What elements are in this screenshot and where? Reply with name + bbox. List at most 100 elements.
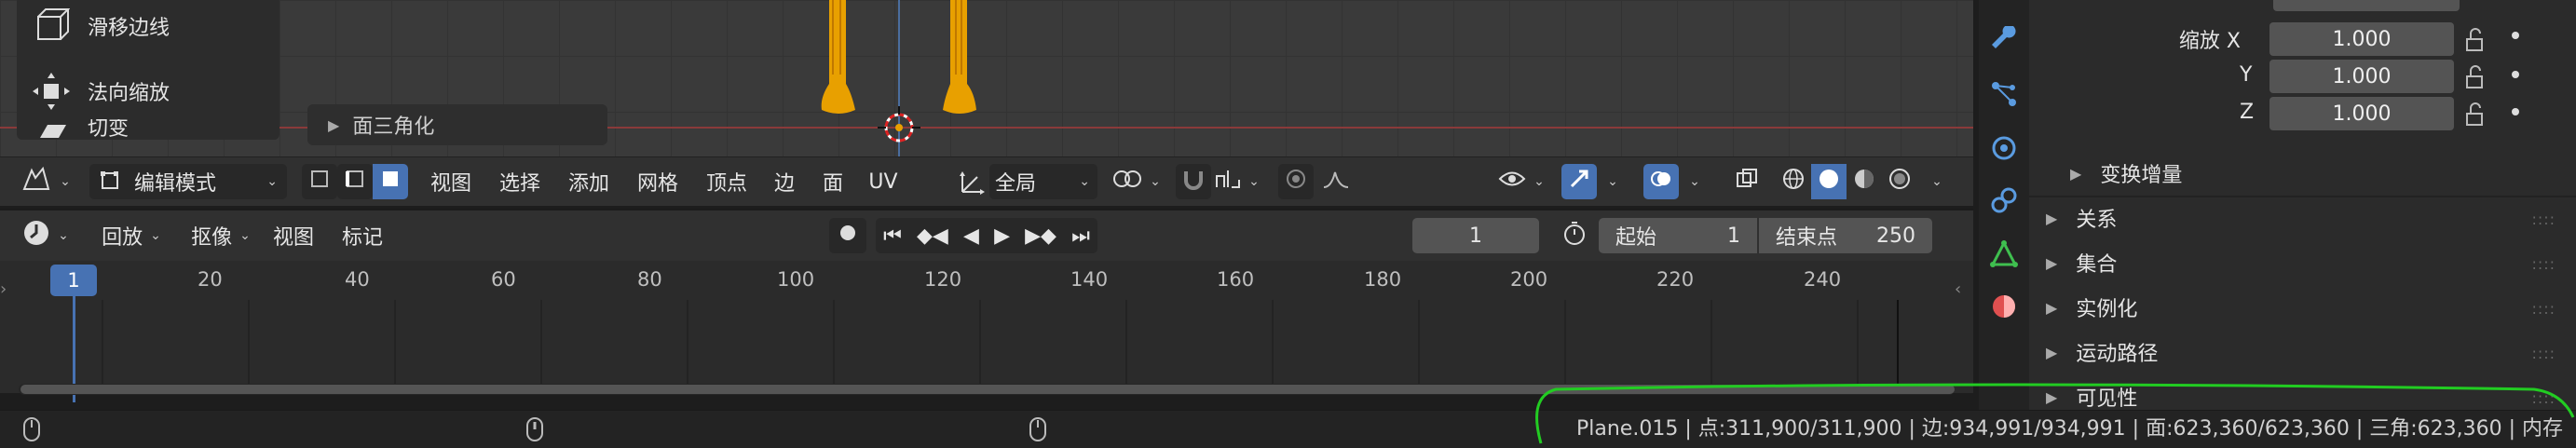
- shading-dropdown[interactable]: ⌄: [1923, 164, 1951, 199]
- section-relations[interactable]: ▶ 关系: [2046, 203, 2117, 233]
- wrench-icon[interactable]: [1990, 24, 2018, 60]
- adjust-last-operation-panel[interactable]: ▶ 面三角化: [307, 104, 607, 145]
- lock-icon[interactable]: [2463, 28, 2487, 58]
- particles-icon[interactable]: [1990, 80, 2018, 114]
- face-select-button[interactable]: [373, 164, 408, 199]
- lock-icon[interactable]: [2463, 102, 2487, 132]
- play-icon[interactable]: ▶: [994, 224, 1010, 248]
- playback-menu[interactable]: 回放 ⌄: [89, 218, 173, 253]
- mode-dropdown[interactable]: 编辑模式 ⌄: [89, 164, 287, 199]
- editor-type-button[interactable]: ⌄: [17, 164, 75, 199]
- scale-x-field[interactable]: 1.000: [2269, 22, 2454, 56]
- proportional-edit-toggle[interactable]: [1278, 164, 1314, 199]
- menu-uv[interactable]: UV: [863, 164, 904, 199]
- menu-vertex[interactable]: 顶点: [701, 164, 753, 199]
- snap-target-button[interactable]: ⌄: [1211, 164, 1263, 199]
- edge-select-button[interactable]: [337, 164, 373, 199]
- jump-start-icon[interactable]: ⏮: [883, 224, 902, 248]
- drag-handle-icon[interactable]: ::::: [2531, 345, 2556, 362]
- section-motion-paths[interactable]: ▶ 运动路径: [2046, 337, 2158, 367]
- tool-shrink-fatten[interactable]: 法向缩放: [17, 63, 279, 119]
- drag-handle-icon[interactable]: ::::: [2531, 255, 2556, 273]
- jump-end-icon[interactable]: ⏭: [1071, 224, 1090, 248]
- end-frame-field[interactable]: 结束点 250: [1759, 218, 1932, 253]
- overlays-toggle[interactable]: [1643, 164, 1679, 199]
- mouse-right-icon: [1029, 416, 1047, 448]
- object-data-icon[interactable]: [1990, 239, 2018, 274]
- frame-tick: 140: [1070, 268, 1109, 291]
- vertex-select-button[interactable]: [302, 164, 337, 199]
- stopwatch-icon: [1562, 220, 1587, 251]
- shading-material-button[interactable]: [1847, 164, 1882, 199]
- end-frame-value: 250: [1876, 224, 1915, 248]
- scale-y-field[interactable]: 1.000: [2269, 60, 2454, 93]
- keyframe-dot-icon[interactable]: [2512, 32, 2519, 39]
- drag-handle-icon[interactable]: ::::: [2531, 300, 2556, 318]
- start-frame-field[interactable]: 起始 1: [1599, 218, 1757, 253]
- chevron-down-icon: ⌄: [1150, 174, 1161, 189]
- drag-handle-icon[interactable]: ::::: [2531, 210, 2556, 228]
- menu-face[interactable]: 面: [816, 164, 850, 199]
- shading-rendered-button[interactable]: [1882, 164, 1917, 199]
- constraints-icon[interactable]: [1990, 186, 2018, 220]
- shading-wireframe-button[interactable]: [1776, 164, 1811, 199]
- expand-triangle-icon: ▶: [2046, 253, 2058, 272]
- timeline-marker-menu[interactable]: 标记: [337, 218, 388, 253]
- 3d-viewport[interactable]: 滑移边线 法向缩放 切变 ▶ 面三角化: [0, 0, 1973, 156]
- snap-toggle[interactable]: [1176, 164, 1211, 199]
- current-frame-field[interactable]: 1: [1412, 218, 1539, 253]
- preview-range-button[interactable]: [1554, 218, 1595, 253]
- mouse-middle-icon: [525, 416, 544, 448]
- frame-tick: 180: [1364, 268, 1402, 291]
- physics-icon[interactable]: [1990, 134, 2018, 168]
- mesh-object[interactable]: [811, 0, 997, 121]
- menu-mesh[interactable]: 网格: [632, 164, 684, 199]
- delta-transform-subpanel[interactable]: ▶ 变换增量: [2070, 158, 2182, 188]
- expand-triangle-icon[interactable]: ▶: [328, 116, 339, 134]
- timeline-view-menu[interactable]: 视图: [268, 218, 319, 253]
- scale-z-field[interactable]: 1.000: [2269, 97, 2454, 130]
- rotation-mode-dropdown[interactable]: [2273, 0, 2460, 11]
- menu-edge[interactable]: 边: [768, 164, 801, 199]
- chevron-down-icon: ⌄: [239, 228, 251, 243]
- mode-label: 编辑模式: [134, 172, 217, 196]
- section-collections[interactable]: ▶ 集合: [2046, 248, 2117, 278]
- prev-keyframe-icon[interactable]: ◆◀: [917, 224, 948, 248]
- menu-view[interactable]: 视图: [427, 164, 475, 199]
- expand-triangle-icon: ▶: [2046, 343, 2058, 361]
- orientation-dropdown[interactable]: 全局 ⌄: [989, 164, 1097, 199]
- frame-tick: 100: [777, 268, 815, 291]
- xray-toggle[interactable]: [1729, 164, 1765, 199]
- chevron-down-icon: ⌄: [266, 174, 278, 189]
- wireframe-sphere-icon: [1782, 168, 1805, 196]
- 3d-cursor-icon[interactable]: [878, 106, 920, 149]
- visibility-button[interactable]: ⌄: [1494, 164, 1548, 199]
- play-reverse-icon[interactable]: ◀: [963, 224, 979, 248]
- gizmo-dropdown[interactable]: ⌄: [1599, 164, 1627, 199]
- tool-shear[interactable]: 切变: [17, 119, 279, 140]
- menu-select[interactable]: 选择: [494, 164, 546, 199]
- shading-solid-button[interactable]: [1811, 164, 1847, 199]
- section-instancing[interactable]: ▶ 实例化: [2046, 292, 2137, 322]
- chevron-down-icon: ⌄: [1248, 174, 1260, 189]
- region-expand-icon[interactable]: ›: [0, 279, 7, 299]
- next-keyframe-icon[interactable]: ▶◆: [1025, 224, 1056, 248]
- tool-edge-slide[interactable]: 滑移边线: [17, 0, 279, 54]
- falloff-button[interactable]: [1315, 164, 1356, 199]
- region-collapse-icon[interactable]: ‹: [1955, 279, 1961, 299]
- gizmo-toggle[interactable]: [1561, 164, 1597, 199]
- playback-controls: ⏮ ◆◀ ◀ ▶ ▶◆ ⏭: [876, 218, 1097, 253]
- lock-icon[interactable]: [2463, 65, 2487, 95]
- keying-menu[interactable]: 抠像 ⌄: [179, 218, 263, 253]
- material-icon[interactable]: [1990, 292, 2018, 326]
- timeline-ruler[interactable]: 1 20 40 60 80 100 120 140 160 180 200 22…: [0, 261, 1973, 300]
- keyframe-dot-icon[interactable]: [2512, 71, 2519, 78]
- pivot-point-button[interactable]: ⌄: [1109, 164, 1165, 199]
- overlays-dropdown[interactable]: ⌄: [1681, 164, 1709, 199]
- current-frame-indicator[interactable]: 1: [50, 265, 97, 296]
- record-button[interactable]: [829, 218, 866, 253]
- keyframe-dot-icon[interactable]: [2512, 108, 2519, 115]
- menu-add[interactable]: 添加: [563, 164, 615, 199]
- timeline-editor-type-button[interactable]: ⌄: [17, 218, 75, 253]
- x-axis-line: [0, 127, 1973, 129]
